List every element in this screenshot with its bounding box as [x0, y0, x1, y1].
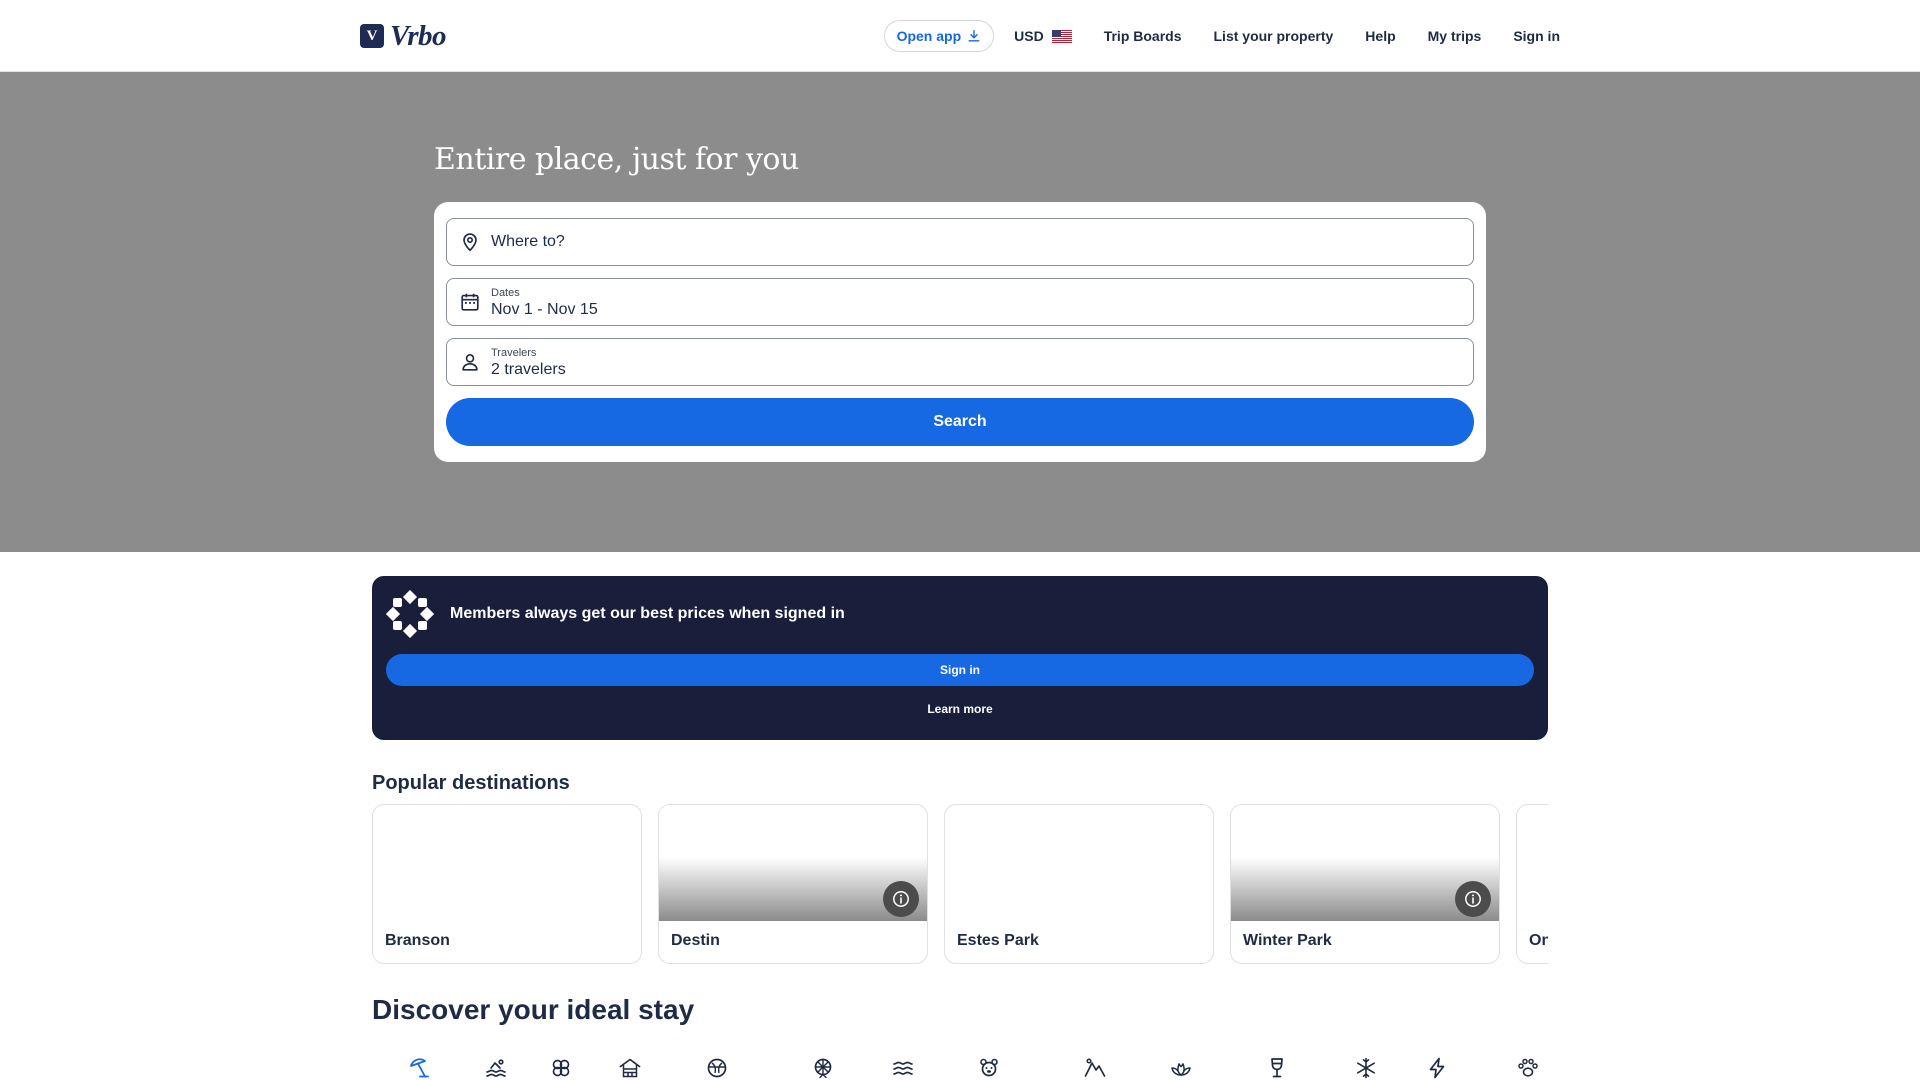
nav-sign-in[interactable]: Sign in — [1513, 28, 1560, 44]
travelers-label: Travelers — [491, 347, 537, 359]
dates-value: Nov 1 - Nov 15 — [491, 301, 598, 318]
dates-field[interactable]: Dates Nov 1 - Nov 15 — [446, 278, 1474, 326]
logo-mark-icon: V — [360, 24, 384, 48]
category-golf[interactable] — [705, 1056, 729, 1080]
category-attractions[interactable] — [811, 1056, 835, 1080]
ferris-wheel-icon — [814, 1058, 832, 1079]
category-wine[interactable] — [1265, 1056, 1289, 1080]
category-beach[interactable] — [407, 1056, 431, 1080]
destination-card[interactable]: Estes Park — [944, 804, 1214, 964]
category-pet-friendly[interactable] — [1516, 1056, 1540, 1080]
destination-card[interactable]: Destin — [658, 804, 928, 964]
flower-icon — [552, 1059, 570, 1077]
destinations-carousel: Branson Destin Estes Park Winter Park On — [372, 804, 1548, 964]
category-cabins[interactable] — [618, 1056, 642, 1080]
hero-section: Entire place, just for you Where to? Dat… — [0, 72, 1920, 552]
category-pool[interactable] — [484, 1056, 508, 1080]
search-form: Where to? Dates Nov 1 - Nov 15 Travelers… — [434, 202, 1486, 462]
members-sign-in-button[interactable]: Sign in — [386, 654, 1534, 686]
travelers-field[interactable]: Travelers 2 travelers — [446, 338, 1474, 386]
nav-list-property[interactable]: List your property — [1214, 28, 1334, 44]
destination-name: Destin — [671, 932, 720, 949]
travelers-stack: Travelers 2 travelers — [491, 345, 566, 379]
currency-selector[interactable]: USD — [1014, 28, 1072, 44]
destination-name: On — [1529, 932, 1548, 949]
info-icon — [893, 891, 909, 907]
destination-placeholder: Where to? — [491, 233, 565, 250]
lake-icon — [893, 1061, 913, 1075]
dates-label: Dates — [491, 287, 520, 299]
destination-card[interactable]: On — [1516, 804, 1548, 964]
info-button[interactable] — [883, 881, 919, 917]
members-banner: Members always get our best prices when … — [372, 576, 1548, 740]
beach-umbrella-icon — [410, 1058, 429, 1078]
nav-trip-boards[interactable]: Trip Boards — [1104, 28, 1182, 44]
nav-my-trips[interactable]: My trips — [1428, 28, 1482, 44]
destination-image — [373, 805, 641, 921]
members-badge-icon — [386, 590, 434, 638]
category-lake[interactable] — [891, 1056, 915, 1080]
pet-bear-icon — [980, 1058, 998, 1077]
destination-name: Winter Park — [1243, 932, 1332, 949]
destination-name: Estes Park — [957, 932, 1039, 949]
hero-title: Entire place, just for you — [434, 142, 799, 177]
category-ski[interactable] — [1354, 1056, 1378, 1080]
open-app-label: Open app — [896, 28, 962, 44]
header-nav: Open app USD Trip Boards List your prope… — [883, 20, 1560, 52]
cabin-icon — [619, 1058, 641, 1078]
destination-field[interactable]: Where to? — [446, 218, 1474, 266]
open-app-button[interactable]: Open app — [883, 20, 995, 52]
pool-icon — [486, 1059, 506, 1077]
travelers-value: 2 travelers — [491, 361, 566, 378]
mountain-icon — [1084, 1058, 1106, 1077]
category-ev[interactable] — [1425, 1056, 1449, 1080]
info-button[interactable] — [1455, 881, 1491, 917]
destination-name: Branson — [385, 932, 450, 949]
us-flag-icon — [1051, 29, 1072, 43]
members-learn-more-link[interactable]: Learn more — [372, 702, 1548, 716]
download-icon — [968, 30, 980, 42]
pet-paw-icon — [1518, 1058, 1538, 1077]
currency-label: USD — [1014, 28, 1044, 44]
destination-image — [1517, 805, 1548, 921]
discover-title: Discover your ideal stay — [372, 994, 695, 1025]
spa-lotus-icon — [1171, 1063, 1191, 1076]
info-icon — [1465, 891, 1481, 907]
snowflake-icon — [1357, 1057, 1375, 1079]
logo-wordmark: Vrbo — [390, 19, 447, 52]
dates-stack: Dates Nov 1 - Nov 15 — [491, 285, 598, 319]
nav-help[interactable]: Help — [1365, 28, 1395, 44]
destination-card[interactable]: Winter Park — [1230, 804, 1500, 964]
person-icon — [462, 354, 478, 371]
vrbo-logo[interactable]: V Vrbo — [360, 19, 447, 52]
members-message: Members always get our best prices when … — [450, 605, 845, 622]
location-pin-icon — [463, 233, 477, 252]
category-spa[interactable] — [1169, 1056, 1193, 1080]
lightning-icon — [1429, 1057, 1445, 1079]
golf-icon — [707, 1058, 727, 1078]
category-mountains[interactable] — [1083, 1056, 1107, 1080]
site-header: V Vrbo Open app USD Trip Boards List you… — [0, 0, 1920, 72]
category-family[interactable] — [977, 1056, 1001, 1080]
destination-card[interactable]: Branson — [372, 804, 642, 964]
popular-destinations-title: Popular destinations — [372, 772, 570, 794]
calendar-icon — [461, 293, 479, 311]
search-button[interactable]: Search — [446, 398, 1474, 446]
category-gardens[interactable] — [549, 1056, 573, 1080]
destination-image — [945, 805, 1213, 921]
wine-glass-icon — [1271, 1058, 1283, 1078]
